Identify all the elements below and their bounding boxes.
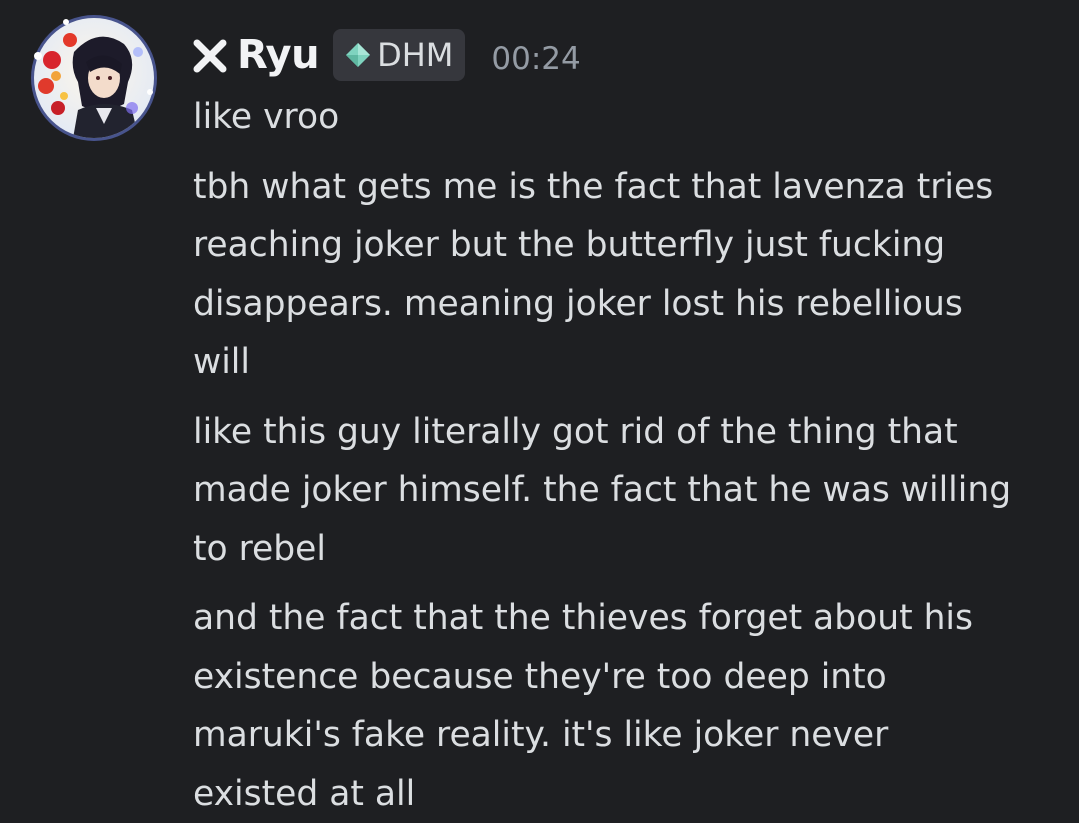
chat-message: Ryu DHM 00:24 like vroo tbh what gets me… (0, 0, 1079, 822)
message-line: like this guy literally got rid of the t… (193, 403, 1053, 462)
message-line: maruki's fake reality. it's like joker n… (193, 706, 1053, 765)
timestamp[interactable]: 00:24 (491, 41, 580, 77)
message-line: will (193, 333, 1053, 392)
message-line: tbh what gets me is the fact that lavenz… (193, 158, 1053, 217)
x-icon (193, 39, 227, 73)
message-line: existed at all (193, 765, 1053, 823)
message-line: reaching joker but the butterfly just fu… (193, 216, 1053, 275)
server-tag[interactable]: DHM (333, 29, 465, 81)
message-text: like vroo (193, 88, 1053, 147)
message-header: Ryu DHM 00:24 (193, 26, 581, 84)
message-line: to rebel (193, 520, 1053, 579)
message-line: existence because they're too deep into (193, 648, 1053, 707)
avatar[interactable] (28, 12, 160, 144)
message-text: like this guy literally got rid of the t… (193, 403, 1053, 579)
username[interactable]: Ryu (237, 32, 319, 78)
message-line: disappears. meaning joker lost his rebel… (193, 275, 1053, 334)
server-tag-label: DHM (377, 36, 453, 74)
message-line: made joker himself. the fact that he was… (193, 461, 1053, 520)
message-line: and the fact that the thieves forget abo… (193, 589, 1053, 648)
message-text: tbh what gets me is the fact that lavenz… (193, 158, 1053, 392)
message-line: like vroo (193, 88, 1053, 147)
gem-icon (343, 40, 373, 70)
message-list: like vroo tbh what gets me is the fact t… (193, 88, 1053, 823)
message-text: and the fact that the thieves forget abo… (193, 589, 1053, 823)
